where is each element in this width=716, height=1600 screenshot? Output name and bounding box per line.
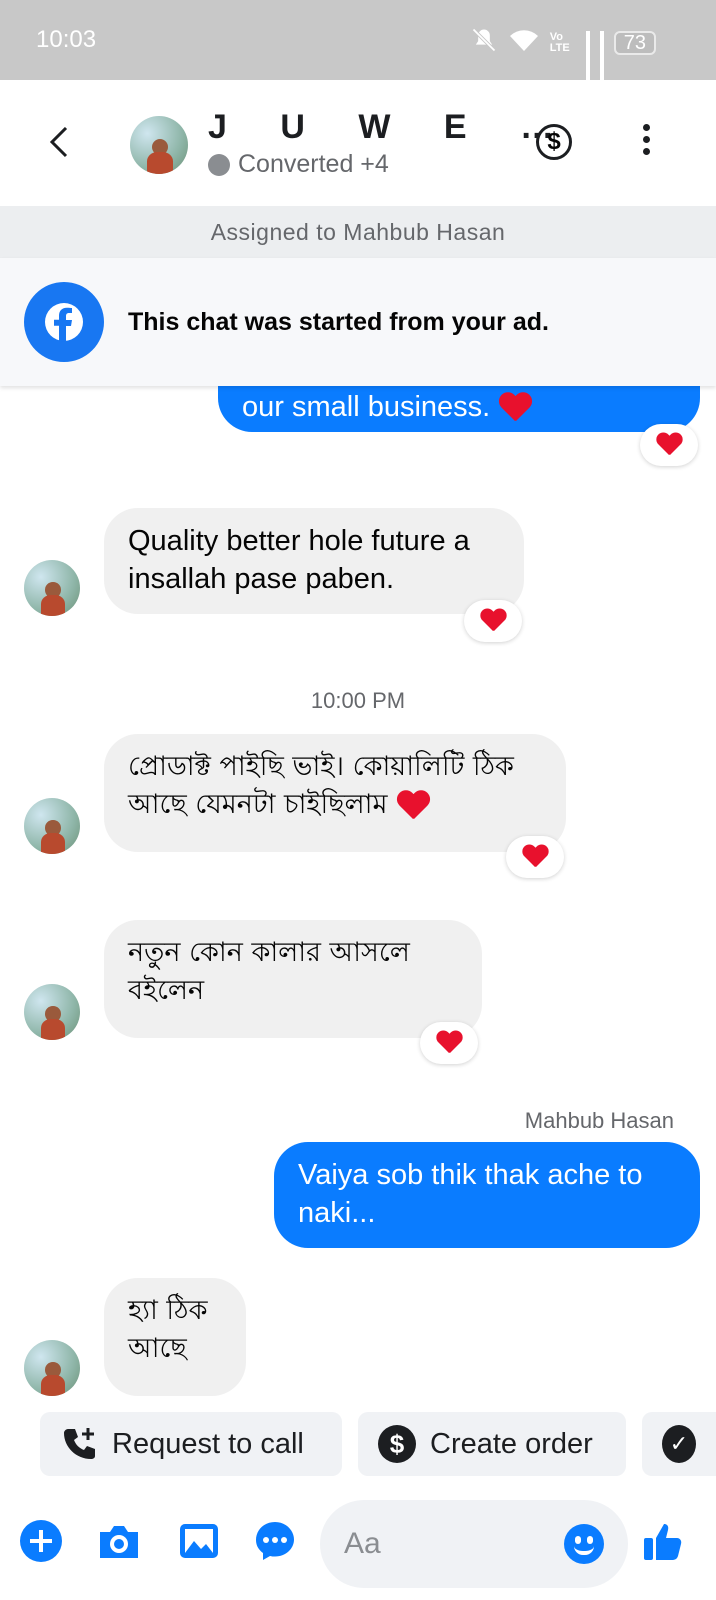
- like-button[interactable]: [640, 1518, 686, 1564]
- dollar-icon: $: [547, 128, 561, 155]
- signal-icon-2: [599, 31, 604, 94]
- message-avatar[interactable]: [24, 1340, 80, 1396]
- mark-done-button[interactable]: ✓: [642, 1412, 716, 1476]
- message-text: Vaiya sob thik thak ache to naki...: [298, 1159, 643, 1229]
- chevron-left-icon: [49, 126, 68, 158]
- heart-emoji-icon: [396, 791, 430, 821]
- gallery-button[interactable]: [176, 1518, 222, 1564]
- volte-icon: Vo LTE: [549, 31, 570, 54]
- request-to-call-button[interactable]: Request to call: [40, 1412, 342, 1476]
- message-avatar[interactable]: [24, 984, 80, 1040]
- more-vertical-icon: [642, 124, 650, 131]
- chat-header: J U W E … Converted +4 $: [0, 80, 716, 206]
- phone-plus-icon: [60, 1425, 98, 1463]
- back-button[interactable]: [40, 122, 80, 162]
- dollar-icon: $: [378, 1425, 416, 1463]
- contact-name[interactable]: J U W E …: [208, 108, 576, 147]
- status-icons: Vo LTE 73: [470, 26, 656, 94]
- heart-reaction-icon: [656, 433, 682, 457]
- add-button[interactable]: [18, 1518, 64, 1564]
- wifi-icon: [508, 27, 540, 59]
- message-reaction[interactable]: [464, 600, 522, 642]
- image-icon: [180, 1524, 218, 1558]
- payment-button[interactable]: $: [536, 124, 572, 160]
- heart-reaction-icon: [522, 845, 548, 869]
- status-time: 10:03: [36, 26, 97, 53]
- check-icon: ✓: [662, 1425, 696, 1463]
- create-order-label: Create order: [430, 1427, 593, 1460]
- request-to-call-label: Request to call: [112, 1427, 304, 1460]
- create-order-button[interactable]: $ Create order: [358, 1412, 626, 1476]
- emoji-icon[interactable]: [564, 1524, 604, 1564]
- more-options-button[interactable]: [640, 124, 652, 160]
- battery-indicator: 73: [613, 31, 656, 55]
- message-text: our small business.: [242, 391, 491, 423]
- message-reaction[interactable]: [640, 424, 698, 466]
- chat-dots-icon: [256, 1522, 294, 1560]
- plus-circle-icon: [20, 1520, 62, 1562]
- signal-icon: [585, 31, 590, 94]
- ad-origin-text: This chat was started from your ad.: [128, 308, 549, 336]
- message-bubble-incoming[interactable]: প্রোডাক্ট পাইছি ভাই। কোয়ালিটি ঠিক আছে য…: [104, 734, 566, 852]
- heart-reaction-icon: [436, 1031, 462, 1055]
- message-bubble-incoming[interactable]: নতুন কোন কালার আসলে বইলেন: [104, 920, 482, 1038]
- message-text: হ্যা ঠিক আছে: [128, 1295, 208, 1364]
- status-bar: 10:03 Vo LTE 73: [0, 0, 716, 94]
- message-avatar[interactable]: [24, 798, 80, 854]
- heart-reaction-icon: [480, 609, 506, 633]
- camera-button[interactable]: [96, 1518, 142, 1564]
- contact-status-label: Converted +4: [238, 150, 389, 178]
- message-text: Quality better hole future a insallah pa…: [128, 525, 470, 595]
- message-input-container: [320, 1500, 628, 1588]
- thumbs-up-icon: [644, 1524, 682, 1560]
- assigned-banner: Assigned to Mahbub Hasan: [0, 206, 716, 258]
- message-avatar[interactable]: [24, 560, 80, 616]
- message-input[interactable]: [344, 1520, 544, 1568]
- facebook-icon: [24, 282, 104, 362]
- mute-icon: [470, 26, 498, 60]
- camera-icon: [100, 1526, 138, 1558]
- sender-name: Mahbub Hasan: [524, 1108, 674, 1133]
- message-bubble-incoming[interactable]: হ্যা ঠিক আছে: [104, 1278, 246, 1396]
- heart-emoji-icon: [498, 393, 532, 423]
- message-reaction[interactable]: [506, 836, 564, 878]
- time-separator: 10:00 PM: [310, 688, 406, 713]
- message-text: প্রোডাক্ট পাইছি ভাই। কোয়ালিটি ঠিক আছে য…: [128, 751, 514, 820]
- message-bubble-outgoing[interactable]: Vaiya sob thik thak ache to naki...: [274, 1142, 700, 1248]
- message-text: নতুন কোন কালার আসলে বইলেন: [128, 937, 410, 1006]
- message-composer: [0, 1490, 716, 1600]
- status-dot: [208, 153, 230, 176]
- contact-status[interactable]: Converted +4: [208, 150, 389, 179]
- contact-avatar[interactable]: [130, 116, 188, 174]
- more-composer-button[interactable]: [252, 1518, 298, 1564]
- message-bubble-incoming[interactable]: Quality better hole future a insallah pa…: [104, 508, 524, 614]
- ad-origin-banner: This chat was started from your ad.: [0, 258, 716, 386]
- message-reaction[interactable]: [420, 1022, 478, 1064]
